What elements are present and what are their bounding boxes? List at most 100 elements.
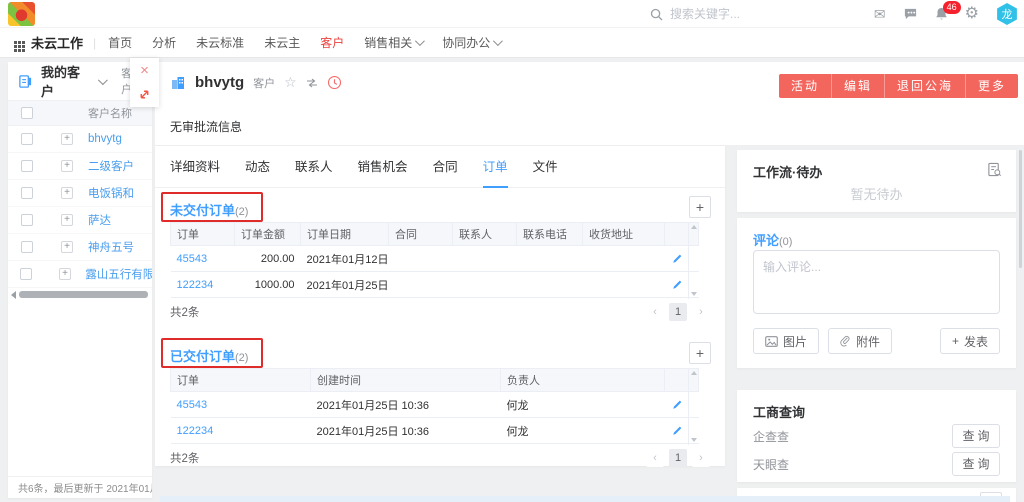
return-to-pool-button[interactable]: 退回公海 (885, 74, 966, 98)
close-icon[interactable]: × (130, 58, 159, 82)
delivered-orders-table: 订单 创建时间 负责人 45543 2021年01月25日 10:36 何龙 1… (170, 368, 699, 444)
tab-details[interactable]: 详细资料 (170, 146, 220, 188)
chevron-down-icon (415, 36, 425, 46)
total-count: 共2条 (170, 450, 199, 466)
prev-page-icon[interactable]: ‹ (646, 303, 664, 321)
row-checkbox[interactable] (21, 133, 33, 145)
expand-plus-icon[interactable]: + (61, 241, 73, 253)
nav-item-analysis[interactable]: 分析 (152, 34, 196, 51)
order-link[interactable]: 122234 (177, 425, 214, 437)
nav-item-main[interactable]: 未云主 (264, 34, 320, 51)
page-number[interactable]: 1 (669, 449, 687, 467)
customer-name-link[interactable]: 电饭锅和 (88, 185, 134, 201)
doc-search-icon[interactable] (987, 162, 1002, 177)
scroll-down-icon[interactable] (691, 292, 697, 296)
customer-list-title[interactable]: 我的客户 (41, 62, 90, 100)
row-checkbox[interactable] (21, 160, 33, 172)
scrollbar-thumb[interactable] (19, 291, 148, 298)
tab-activity[interactable]: 动态 (245, 146, 270, 188)
tab-files[interactable]: 文件 (533, 146, 558, 188)
attachment-button[interactable]: 附件 (828, 328, 892, 354)
customer-name-link[interactable]: 二级客户 (88, 158, 134, 174)
scroll-up-icon[interactable] (691, 225, 697, 229)
select-all-checkbox[interactable] (21, 107, 33, 119)
tab-contacts[interactable]: 联系人 (295, 146, 333, 188)
add-undelivered-order-button[interactable]: + (689, 196, 711, 218)
next-page-icon[interactable]: › (692, 449, 710, 467)
chat-icon[interactable] (903, 7, 918, 21)
scroll-left-icon[interactable] (11, 291, 16, 299)
tab-contracts[interactable]: 合同 (433, 146, 458, 188)
row-checkbox[interactable] (21, 187, 33, 199)
row-checkbox[interactable] (21, 214, 33, 226)
customer-name-link[interactable]: 萨达 (88, 212, 111, 228)
row-checkbox[interactable] (20, 268, 32, 280)
customer-row[interactable]: + 露山五行有限 (8, 261, 152, 288)
prev-page-icon[interactable]: ‹ (646, 449, 664, 467)
customer-row[interactable]: + 电饭锅和 (8, 180, 152, 207)
activity-button[interactable]: 活动 (779, 74, 832, 98)
col-created: 创建时间 (311, 369, 501, 392)
customer-row[interactable]: + bhvytg (8, 126, 152, 153)
add-delivered-order-button[interactable]: + (689, 342, 711, 364)
nav-item-customers[interactable]: 客户 (320, 34, 364, 51)
expand-plus-icon[interactable]: + (61, 160, 73, 172)
customer-name-link[interactable]: 神舟五号 (88, 239, 134, 255)
app-logo[interactable] (8, 2, 35, 26)
mail-icon[interactable]: ✉ (874, 7, 886, 21)
image-button[interactable]: 图片 (753, 328, 819, 354)
app-screen: ✉ 46 ⚙ 龙 未云工作 | 首页 分析 未云标准 未云主 客户 销售相关 协… (0, 0, 1024, 502)
nav-item-standard[interactable]: 未云标准 (196, 34, 264, 51)
expand-icon[interactable] (130, 82, 159, 106)
chevron-down-icon[interactable] (98, 75, 108, 85)
qichacha-query-button[interactable]: 查询 (952, 424, 1000, 448)
next-page-icon[interactable]: › (692, 303, 710, 321)
nav-item-collab[interactable]: 协同办公 (442, 34, 520, 51)
expand-plus-icon[interactable]: + (61, 133, 73, 145)
customer-row[interactable]: + 二级客户 (8, 153, 152, 180)
page-number[interactable]: 1 (669, 303, 687, 321)
trend-icon[interactable] (306, 77, 318, 89)
nav-item-home[interactable]: 首页 (108, 34, 152, 51)
customer-list-panel: 我的客户 客户 客户名称 + bhvytg + 二级客户 + 电饭锅和 + 萨达 (8, 62, 152, 498)
expand-plus-icon[interactable]: + (59, 268, 71, 280)
gear-icon[interactable]: ⚙ (965, 6, 979, 22)
order-link[interactable]: 45543 (177, 253, 208, 265)
search-input[interactable] (670, 7, 800, 21)
scroll-down-icon[interactable] (691, 438, 697, 442)
customer-name-link[interactable]: bhvytg (88, 133, 122, 145)
customer-row[interactable]: + 神舟五号 (8, 234, 152, 261)
customer-row[interactable]: + 萨达 (8, 207, 152, 234)
notifications[interactable]: 46 (935, 7, 948, 21)
scroll-up-icon[interactable] (691, 371, 697, 375)
order-link[interactable]: 122234 (177, 279, 214, 291)
global-search[interactable] (650, 0, 800, 28)
expand-plus-icon[interactable]: + (61, 187, 73, 199)
table-scrollbar[interactable] (688, 222, 698, 299)
right-scrollbar-thumb[interactable] (1019, 150, 1022, 268)
brand-title[interactable]: 未云工作 (31, 33, 83, 52)
search-icon (650, 8, 663, 21)
order-row: 122234 2021年01月25日 10:36 何龙 (171, 418, 699, 444)
star-icon[interactable]: ☆ (284, 74, 297, 91)
row-checkbox[interactable] (21, 241, 33, 253)
apps-grid-icon[interactable] (14, 41, 17, 44)
order-row: 45543 200.00 2021年01月12日 (171, 246, 699, 272)
tab-opportunities[interactable]: 销售机会 (358, 146, 408, 188)
more-button[interactable]: 更多 (966, 74, 1018, 98)
horizontal-scrollbar[interactable] (8, 290, 152, 299)
customer-name-link[interactable]: 露山五行有限 (85, 266, 152, 282)
nav-item-sales[interactable]: 销售相关 (364, 34, 442, 51)
edit-button[interactable]: 编辑 (832, 74, 885, 98)
publish-button[interactable]: + 发表 (940, 328, 1000, 354)
seal-icon[interactable] (327, 75, 342, 90)
comment-input[interactable] (753, 250, 1000, 314)
expand-plus-icon[interactable]: + (61, 214, 73, 226)
avatar[interactable]: 龙 (996, 3, 1018, 25)
table-scrollbar[interactable] (688, 368, 698, 445)
tianyancha-label: 天眼查 (753, 456, 789, 473)
qichacha-label: 企查查 (753, 428, 789, 445)
tianyancha-query-button[interactable]: 查询 (952, 452, 1000, 476)
order-link[interactable]: 45543 (177, 399, 208, 411)
tab-orders[interactable]: 订单 (483, 146, 508, 188)
